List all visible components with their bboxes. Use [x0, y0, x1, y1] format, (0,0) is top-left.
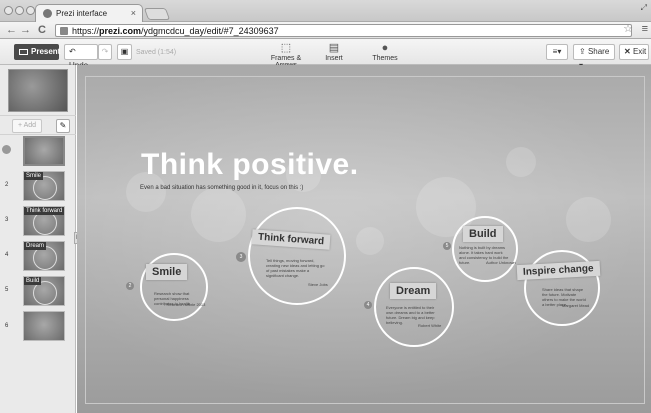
path-number: 4: [5, 252, 9, 258]
tool-insert[interactable]: ▤ Insert: [322, 42, 346, 62]
path-number: 2: [5, 182, 9, 188]
path-thumbnail-label: Dream: [24, 242, 47, 250]
url-host: prezi.com: [99, 26, 142, 36]
saved-status: Saved (1:54): [136, 49, 177, 56]
topic-author: Author Unknown: [486, 260, 516, 265]
url-field[interactable]: https://prezi.com/ydgmcdcu_day/edit/#7_2…: [55, 24, 632, 37]
share-label: Share: [587, 47, 610, 56]
path-thumbnail-5[interactable]: Build: [23, 276, 65, 306]
path-number: 5: [5, 287, 9, 293]
window-resize-icon[interactable]: ⤢: [641, 3, 647, 13]
themes-icon: ●: [381, 42, 389, 54]
window-zoom-button[interactable]: [26, 6, 35, 15]
path-thumbnail-3[interactable]: Think forward: [23, 206, 65, 236]
redo-button[interactable]: ↷: [98, 44, 112, 60]
path-number: 6: [5, 323, 9, 329]
settings-menu-button[interactable]: ≡▾: [546, 44, 568, 60]
sidebar-tools: + Add ✎: [0, 115, 76, 135]
present-label: Present: [31, 47, 61, 56]
path-thumbnail-6[interactable]: [23, 311, 65, 341]
browser-tab-bar: Prezi interface × ⤢: [0, 0, 651, 22]
pencil-icon: ✎: [59, 121, 67, 130]
tab-title: Prezi interface: [56, 9, 108, 18]
topic-author: Robert White: [418, 323, 442, 328]
topic-text: Everyone is entitled to their own dreams…: [386, 305, 435, 325]
window-close-button[interactable]: [4, 6, 13, 15]
tool-themes[interactable]: ● Themes: [372, 42, 398, 62]
exit-label: Exit: [632, 47, 647, 56]
topic-author: - Research article 2013: [164, 302, 206, 307]
path-thumbnail-1[interactable]: [23, 136, 65, 166]
presentation-subtitle[interactable]: Even a bad situation has something good …: [140, 185, 303, 191]
present-screen-icon: [19, 49, 28, 55]
undo-button[interactable]: ↶ Undo: [64, 44, 98, 70]
bookmark-star-icon[interactable]: ☆: [623, 22, 633, 35]
path-number: [2, 145, 11, 154]
url-path: /ydgmcdcu_day/edit/#7_24309637: [141, 26, 279, 36]
exit-button[interactable]: ✕ Exit: [619, 44, 649, 60]
path-number: 3: [5, 217, 9, 223]
share-icon: ⇪: [579, 47, 586, 56]
overview-thumbnail[interactable]: [8, 69, 68, 112]
prezi-canvas[interactable]: Think positive. Even a bad situation has…: [77, 65, 651, 413]
path-thumbnail-label: Think forward: [24, 207, 64, 215]
path-sidebar: + Add ✎ 2 Smile 3 Think forward 4 Dream …: [0, 65, 76, 413]
topic-title[interactable]: Smile: [146, 264, 188, 280]
frames-arrows-icon: ⬚: [280, 42, 292, 54]
browser-tab[interactable]: Prezi interface ×: [35, 4, 143, 22]
bokeh-decoration: [191, 187, 246, 242]
path-thumbnail-label: Smile: [24, 172, 44, 180]
topic-title[interactable]: Build: [463, 226, 503, 242]
add-path-button[interactable]: + Add: [12, 119, 42, 133]
bokeh-decoration: [506, 147, 536, 177]
path-step-badge: 2: [126, 282, 134, 290]
path-thumbnail-label: Build: [24, 277, 42, 285]
lock-icon: [60, 27, 68, 35]
browser-menu-icon[interactable]: ≡: [642, 23, 648, 35]
save-disk-icon: ▣: [120, 47, 129, 56]
path-thumbnail-2[interactable]: Smile: [23, 171, 65, 201]
topic-text: Tell things, moving forward, creating ne…: [266, 258, 325, 278]
undo-icon: ↶: [69, 47, 76, 56]
insert-icon: ▤: [328, 42, 340, 54]
url-scheme: https://: [72, 26, 100, 36]
redo-icon: ↷: [101, 47, 109, 56]
exit-x-icon: ✕: [624, 47, 631, 56]
present-button[interactable]: Present: [14, 44, 61, 60]
prezi-favicon-icon: [43, 9, 52, 18]
tool-label: Themes: [372, 55, 398, 62]
forward-arrow-icon[interactable]: →: [20, 23, 31, 38]
editor-toolbar: Present ↶ Undo ↷ ▣ Saved (1:54) ⬚ Frames…: [0, 39, 651, 70]
canvas-frame: Think positive. Even a bad situation has…: [85, 76, 645, 404]
bokeh-decoration: [566, 197, 611, 242]
window-minimize-button[interactable]: [15, 6, 24, 15]
topic-author: Steve Jobs: [308, 282, 328, 287]
topic-circle-think-forward[interactable]: [248, 207, 346, 305]
path-step-badge: 4: [364, 301, 372, 309]
presentation-title[interactable]: Think positive.: [141, 148, 359, 182]
settings-menu-icon: ≡▾: [552, 47, 562, 56]
save-button[interactable]: ▣: [117, 44, 132, 60]
share-button[interactable]: ⇪ Share ▾: [573, 44, 615, 70]
path-step-badge: 3: [236, 252, 246, 262]
back-arrow-icon[interactable]: ←: [6, 23, 17, 38]
path-step-badge: 5: [443, 242, 451, 250]
edit-path-button[interactable]: ✎: [56, 119, 70, 133]
address-bar-row: ← → C https://prezi.com/ydgmcdcu_day/edi…: [0, 22, 651, 39]
bokeh-decoration: [356, 227, 384, 255]
tool-label: Insert: [325, 55, 343, 62]
new-tab-button[interactable]: [143, 8, 171, 20]
reload-icon[interactable]: C: [38, 23, 46, 38]
path-thumbnail-4[interactable]: Dream: [23, 241, 65, 271]
tab-close-icon[interactable]: ×: [131, 8, 136, 18]
topic-author: Margaret Mead: [562, 303, 590, 308]
topic-title[interactable]: Dream: [390, 283, 437, 299]
